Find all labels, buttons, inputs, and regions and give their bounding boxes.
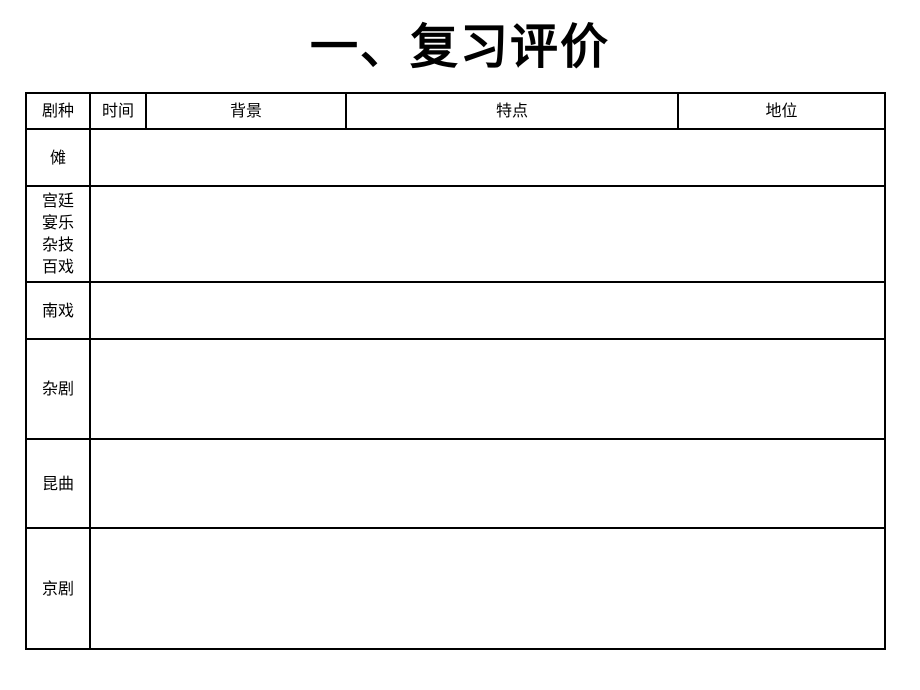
row-label: 南戏: [25, 281, 91, 340]
row-label: 杂剧: [25, 338, 91, 440]
row-label: 宫廷 宴乐 杂技 百戏: [25, 185, 91, 283]
row-label-line: 宫廷: [41, 191, 74, 210]
row-label-line: 杂技: [41, 235, 74, 254]
table-row: 傩: [25, 128, 886, 187]
row-content-cell[interactable]: [89, 281, 886, 340]
row-content-cell[interactable]: [89, 338, 886, 440]
row-label: 昆曲: [25, 438, 91, 529]
row-content-cell[interactable]: [89, 527, 886, 650]
review-table: 剧种 时间 背景 特点 地位 傩 宫廷 宴乐 杂技 百戏 南戏 杂剧 昆曲 京剧: [25, 92, 886, 650]
page-title: 一、复习评价: [309, 19, 610, 75]
header-time: 时间: [89, 92, 147, 130]
row-content-cell[interactable]: [89, 438, 886, 529]
header-background: 背景: [145, 92, 347, 130]
row-label-line: 百戏: [41, 257, 74, 276]
table-row: 京剧: [25, 527, 886, 650]
table-row: 南戏: [25, 281, 886, 340]
header-features: 特点: [345, 92, 679, 130]
header-genre: 剧种: [25, 92, 91, 130]
row-content-cell[interactable]: [89, 185, 886, 283]
row-label: 京剧: [25, 527, 91, 650]
row-label: 傩: [25, 128, 91, 187]
row-content-cell[interactable]: [89, 128, 886, 187]
table-row: 杂剧: [25, 338, 886, 440]
table-row: 昆曲: [25, 438, 886, 529]
header-status: 地位: [677, 92, 886, 130]
table-row: 宫廷 宴乐 杂技 百戏: [25, 185, 886, 283]
row-label-line: 宴乐: [41, 213, 74, 232]
header-row: 剧种 时间 背景 特点 地位: [25, 92, 886, 130]
